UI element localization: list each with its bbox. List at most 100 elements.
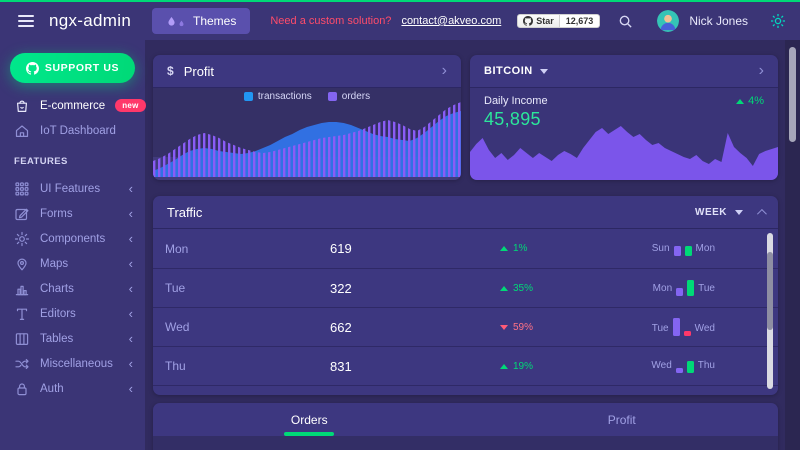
github-icon	[26, 62, 39, 75]
edit-icon	[14, 206, 30, 222]
support-us-button[interactable]: SUPPORT US	[10, 53, 135, 83]
sidebar-item-label: Charts	[40, 283, 74, 295]
tab-label: Orders	[291, 413, 328, 427]
legend-label: transactions	[258, 91, 312, 102]
traffic-row-wed: Wed662 59% TueWed	[153, 307, 778, 346]
profit-chart-area: transactions orders	[153, 88, 461, 180]
compare-mini-chart: TueWed	[652, 318, 715, 336]
traffic-delta-value: 19%	[513, 361, 533, 372]
profit-card-header: $ Profit ›	[153, 55, 461, 88]
avatar[interactable]	[657, 10, 679, 32]
bitcoin-card: BITCOIN › Daily Income 45,895 4%	[470, 55, 778, 180]
daily-income-value: 45,895	[484, 109, 548, 130]
sidebar-item-label: E-commerce	[40, 100, 105, 112]
contact-link[interactable]: contact@akveo.com	[401, 15, 501, 27]
week-period-label: WEEK	[695, 207, 727, 218]
sidebar-item-forms[interactable]: Forms ‹	[0, 201, 145, 226]
traffic-scrollbar-track[interactable]	[767, 233, 773, 389]
traffic-row-thu: Thu83119%WedThu	[153, 346, 778, 385]
traffic-row-fri: Fri7230%ThuFri	[153, 385, 778, 395]
traffic-card-title: Traffic	[167, 205, 202, 220]
compare-mini-chart: WedThu	[651, 359, 715, 373]
top-accent-bar	[0, 0, 800, 2]
compare-mini-chart: SunMon	[652, 242, 715, 256]
bitcoin-body: Daily Income 45,895 4%	[470, 88, 778, 180]
sidebar-item-e-commerce[interactable]: E-commerce new	[0, 93, 145, 118]
compare-right-label: Tue	[698, 282, 715, 296]
chevron-right-icon[interactable]: ›	[442, 63, 447, 79]
app-root: ngx-admin Themes Need a custom solution?…	[0, 0, 800, 450]
bitcoin-stat-row: Daily Income 45,895 4%	[470, 88, 778, 130]
chevron-left-icon: ‹	[129, 257, 133, 270]
page-scrollbar-track[interactable]	[785, 40, 800, 450]
tabs-card-body	[153, 436, 778, 450]
app-logo[interactable]: ngx-admin	[49, 11, 131, 31]
chevron-right-icon[interactable]: ›	[759, 63, 764, 79]
collapse-chevron-icon[interactable]	[757, 208, 767, 218]
tabs-row: Orders Profit	[153, 403, 778, 436]
caret-down-icon	[735, 210, 743, 215]
traffic-scrollbar-thumb[interactable]	[767, 252, 773, 330]
tab-orders[interactable]: Orders	[153, 403, 466, 436]
compare-bar	[673, 318, 680, 336]
shopping-bag-icon	[14, 98, 30, 114]
bitcoin-selector[interactable]: BITCOIN	[484, 65, 548, 77]
text-icon	[14, 306, 30, 322]
page-scrollbar-thumb[interactable]	[789, 47, 796, 142]
sidebar-item-label: Forms	[40, 208, 73, 220]
sidebar-item-charts[interactable]: Charts ‹	[0, 276, 145, 301]
traffic-rows: Mon6191%SunMonTue32235%MonTueWed66259%Tu…	[153, 229, 778, 395]
compare-left-label: Sun	[652, 242, 670, 256]
compare-bar	[674, 246, 681, 256]
arrow-up-icon	[500, 364, 508, 369]
orders-profit-card: Orders Profit	[153, 403, 778, 450]
menu-section-label: FEATURES	[0, 143, 145, 176]
droplet-icon	[166, 15, 185, 28]
chevron-left-icon: ‹	[129, 282, 133, 295]
compare-mini-chart: MonTue	[653, 280, 715, 296]
sidebar-item-tables[interactable]: Tables‹	[0, 326, 145, 351]
compare-bar	[687, 280, 694, 296]
arrow-up-icon	[500, 286, 508, 291]
daily-income-label: Daily Income	[484, 95, 548, 107]
sidebar-item-label: UI Features	[40, 183, 100, 195]
settings-gear-icon[interactable]	[770, 13, 786, 29]
sidebar-item-components[interactable]: Components‹	[0, 226, 145, 251]
home-icon	[14, 123, 30, 139]
traffic-value: 662	[330, 320, 500, 335]
traffic-delta-value: 59%	[513, 322, 533, 333]
menu-toggle-icon[interactable]	[18, 15, 34, 27]
traffic-value: 322	[330, 281, 500, 296]
traffic-card-header: Traffic WEEK	[153, 196, 778, 229]
compare-bar	[685, 246, 692, 256]
sidebar-item-editors[interactable]: Editors‹	[0, 301, 145, 326]
sidebar-item-iot-dashboard[interactable]: IoT Dashboard	[0, 118, 145, 143]
legend-item-transactions[interactable]: transactions	[244, 91, 312, 102]
brand-area: ngx-admin	[0, 11, 142, 31]
bitcoin-title: BITCOIN	[484, 65, 533, 77]
week-period-selector[interactable]: WEEK	[695, 207, 743, 218]
search-icon[interactable]	[618, 14, 633, 29]
sidebar-item-ui-features[interactable]: UI Features‹	[0, 176, 145, 201]
day-label: Wed	[165, 320, 330, 334]
new-badge: new	[115, 99, 145, 112]
sidebar-item-maps[interactable]: Maps ‹	[0, 251, 145, 276]
sidebar-item-miscellaneous[interactable]: Miscellaneous‹	[0, 351, 145, 376]
day-label: Thu	[165, 359, 330, 373]
sidebar-item-auth[interactable]: Auth‹	[0, 376, 145, 401]
map-pin-icon	[14, 256, 30, 272]
chevron-left-icon: ‹	[129, 332, 133, 345]
themes-button[interactable]: Themes	[152, 8, 250, 34]
sidebar-item-label: Maps	[40, 258, 68, 270]
bitcoin-delta: 4%	[736, 95, 764, 107]
github-star-count: 12,673	[560, 14, 601, 28]
legend-item-orders[interactable]: orders	[328, 91, 370, 102]
github-star-badge[interactable]: Star 12,673	[517, 14, 600, 28]
user-name[interactable]: Nick Jones	[689, 14, 748, 28]
legend-swatch	[244, 92, 253, 101]
chevron-left-icon: ‹	[129, 207, 133, 220]
legend-swatch	[328, 92, 337, 101]
tab-profit[interactable]: Profit	[466, 403, 779, 436]
compare-bar	[676, 368, 683, 373]
support-us-label: SUPPORT US	[45, 62, 119, 74]
